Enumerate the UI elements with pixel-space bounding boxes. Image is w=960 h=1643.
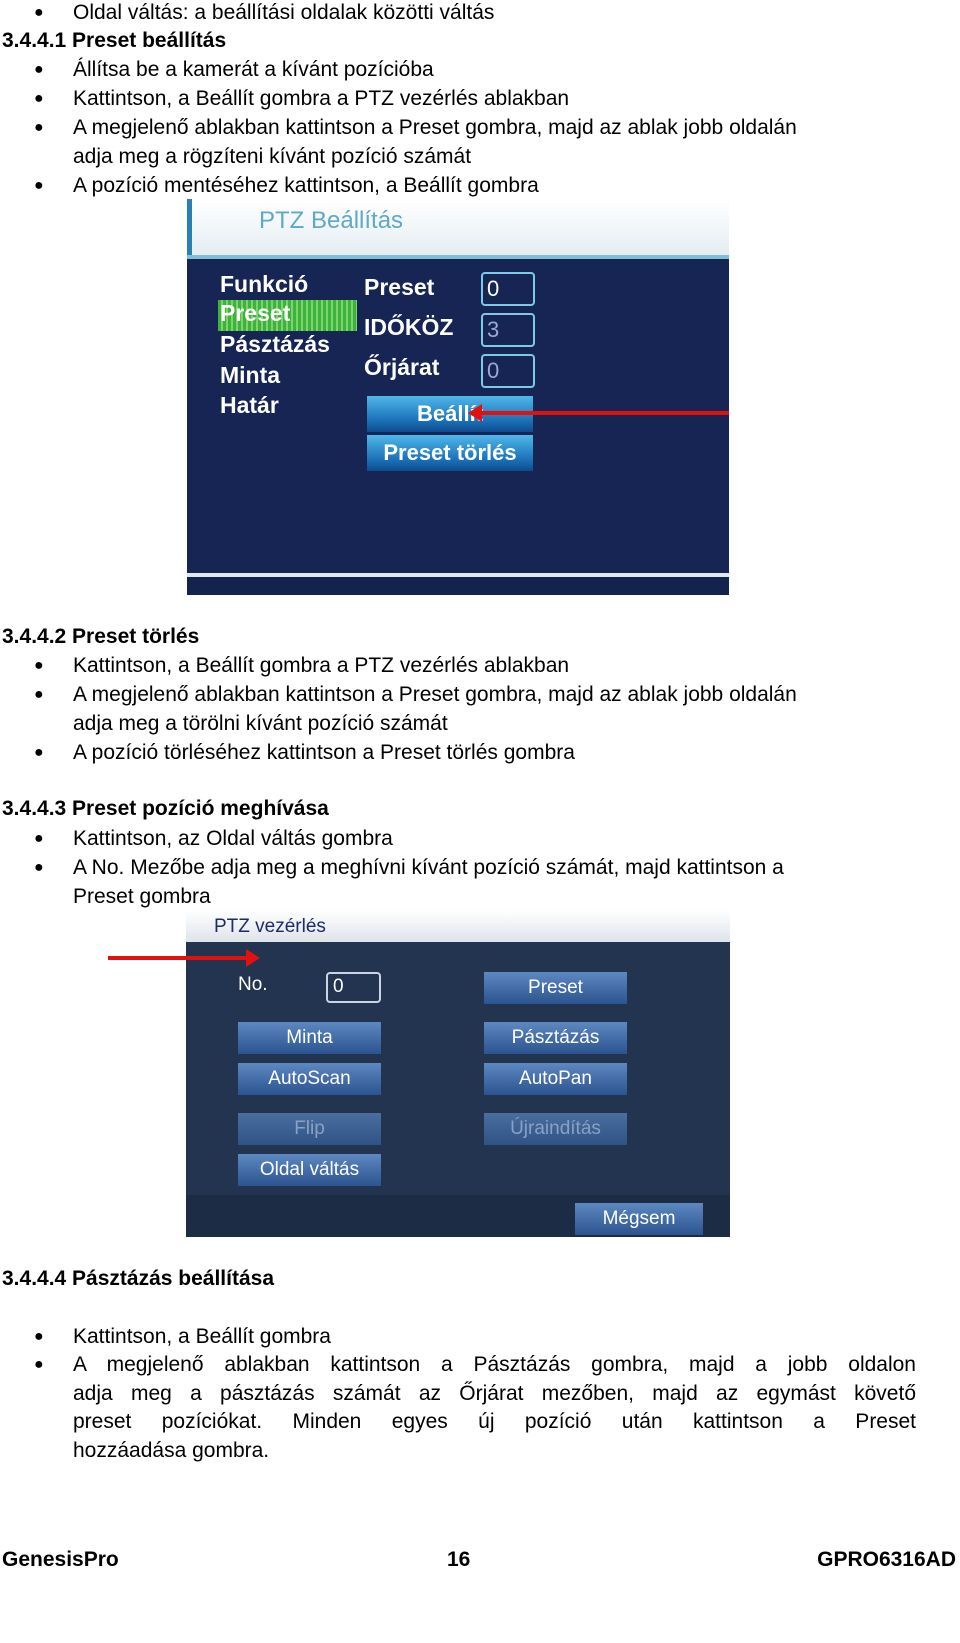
bottom-bar xyxy=(187,577,729,595)
no-label: No. xyxy=(238,974,268,995)
bullet: ● xyxy=(34,61,44,78)
preset-label: Preset xyxy=(364,274,435,300)
divider xyxy=(187,255,729,259)
footer-model: GPRO6316AD xyxy=(817,1548,956,1571)
menu-header: Funkció xyxy=(220,271,309,297)
text-line: A pozíció mentéséhez kattintson, a Beáll… xyxy=(73,174,539,197)
bullet: ● xyxy=(34,830,44,847)
ptz-control-screenshot: PTZ vezérlés No. 0 Preset Minta Pásztázá… xyxy=(186,910,730,1237)
bullet: ● xyxy=(34,177,44,194)
bullet: ● xyxy=(34,1328,44,1345)
menu-item-preset[interactable]: Preset xyxy=(220,300,290,327)
restart-button: Újraindítás xyxy=(484,1113,627,1145)
ptz-settings-screenshot: PTZ Beállítás Funkció Preset Pásztázás M… xyxy=(187,199,729,595)
text-line: preset pozíciókat. Minden egyes új pozíc… xyxy=(73,1410,916,1433)
text-line: A megjelenő ablakban kattintson a Preset… xyxy=(73,116,797,139)
preset-input[interactable]: 0 xyxy=(481,272,535,306)
text-line: adja meg a pásztázás számát az Őrjárat m… xyxy=(73,1382,916,1405)
preset-button[interactable]: Preset xyxy=(484,972,627,1004)
bullet: ● xyxy=(34,1356,44,1373)
text-line: Oldal váltás: a beállítási oldalak közöt… xyxy=(73,1,495,24)
patrol-input[interactable]: 0 xyxy=(481,354,535,388)
text-line: Kattintson, az Oldal váltás gombra xyxy=(73,827,393,850)
text-line: Kattintson, a Beállít gombra xyxy=(73,1325,331,1348)
bullet: ● xyxy=(34,4,44,21)
autoscan-button[interactable]: AutoScan xyxy=(238,1063,381,1095)
minta-button[interactable]: Minta xyxy=(238,1022,381,1054)
text-line: Preset gombra xyxy=(73,885,211,908)
bullet: ● xyxy=(34,744,44,761)
red-arrow-icon xyxy=(468,404,729,422)
bullet: ● xyxy=(34,657,44,674)
menu-item-pasztazas[interactable]: Pásztázás xyxy=(220,331,330,358)
no-input[interactable]: 0 xyxy=(326,972,381,1003)
bullet: ● xyxy=(34,119,44,136)
page-number: 16 xyxy=(447,1548,471,1571)
page-switch-button[interactable]: Oldal váltás xyxy=(238,1154,381,1186)
window-title: PTZ Beállítás xyxy=(259,207,404,234)
autopan-button[interactable]: AutoPan xyxy=(484,1063,627,1095)
text-line: A pozíció törléséhez kattintson a Preset… xyxy=(73,741,575,764)
interval-input[interactable]: 3 xyxy=(481,313,535,347)
menu-item-hatar[interactable]: Határ xyxy=(220,392,279,419)
section-heading: 3.4.4.4 Pásztázás beállítása xyxy=(2,1267,275,1290)
section-heading: 3.4.4.1 Preset beállítás xyxy=(2,29,227,52)
text-line: A megjelenő ablakban kattintson a Pásztá… xyxy=(73,1353,916,1376)
red-arrow-icon xyxy=(108,949,260,967)
bullet: ● xyxy=(34,686,44,703)
text-line: Kattintson, a Beállít gombra a PTZ vezér… xyxy=(73,654,570,677)
bullet: ● xyxy=(34,859,44,876)
section-heading: 3.4.4.2 Preset törlés xyxy=(2,625,200,648)
section-heading: 3.4.4.3 Preset pozíció meghívása xyxy=(2,797,329,820)
text-line: Állítsa be a kamerát a kívánt pozícióba xyxy=(73,58,434,81)
menu-item-minta[interactable]: Minta xyxy=(220,362,280,389)
text-line: adja meg a rögzíteni kívánt pozíció szám… xyxy=(73,145,472,168)
cancel-button[interactable]: Mégsem xyxy=(575,1203,703,1235)
text-line: Kattintson, a Beállít gombra a PTZ vezér… xyxy=(73,87,570,110)
bullet: ● xyxy=(34,90,44,107)
preset-delete-button[interactable]: Preset törlés xyxy=(367,435,533,471)
text-line: hozzáadása gombra. xyxy=(73,1439,270,1462)
flip-button: Flip xyxy=(238,1113,381,1145)
text-line: A No. Mezőbe adja meg a meghívni kívánt … xyxy=(73,856,784,879)
interval-label: IDŐKÖZ xyxy=(364,314,454,340)
text-line: adja meg a törölni kívánt pozíció számát xyxy=(73,712,448,735)
pasztazas-button[interactable]: Pásztázás xyxy=(484,1022,627,1054)
footer-brand: GenesisPro xyxy=(2,1548,119,1571)
patrol-label: Őrjárat xyxy=(364,354,440,380)
window-title: PTZ vezérlés xyxy=(214,916,326,937)
text-line: A megjelenő ablakban kattintson a Preset… xyxy=(73,683,797,706)
